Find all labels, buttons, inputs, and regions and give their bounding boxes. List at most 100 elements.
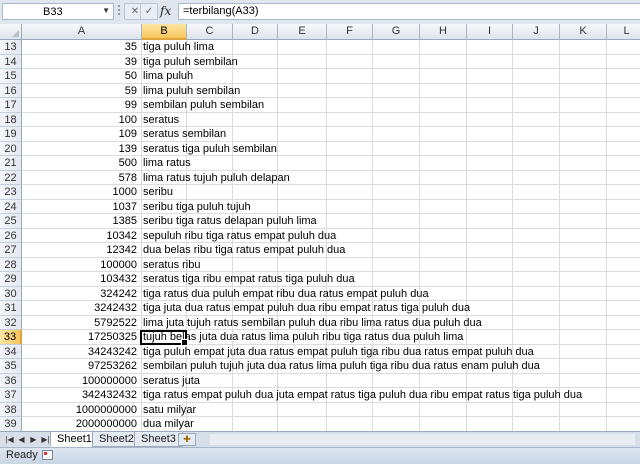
row-header[interactable]: 15 <box>0 69 22 84</box>
column-header-j[interactable]: J <box>513 24 560 40</box>
cell-a[interactable]: 103432 <box>22 272 140 287</box>
cell-b[interactable]: lima ratus tujuh puluh delapan <box>142 171 290 186</box>
cell-a[interactable]: 3242432 <box>22 301 140 316</box>
cell-a[interactable]: 109 <box>22 127 140 142</box>
cell-b[interactable]: seratus tiga ribu empat ratus tiga puluh… <box>142 272 355 287</box>
cell-b[interactable]: tiga juta dua ratus empat puluh dua ribu… <box>142 301 470 316</box>
cell-b[interactable]: dua belas ribu tiga ratus empat puluh du… <box>142 243 345 258</box>
cell-b[interactable]: tiga puluh sembilan <box>142 55 238 70</box>
cell-b[interactable]: satu milyar <box>142 403 196 418</box>
formula-input[interactable]: =terbilang(A33) <box>178 3 640 20</box>
column-header-f[interactable]: F <box>327 24 373 40</box>
insert-sheet-icon[interactable]: ✚ <box>178 433 196 446</box>
cell-a[interactable]: 2000000000 <box>22 417 140 431</box>
cell-b[interactable]: tiga puluh empat juta dua ratus empat pu… <box>142 345 534 360</box>
cell-a[interactable]: 500 <box>22 156 140 171</box>
name-box[interactable]: B33 ▼ <box>2 3 114 20</box>
cell-a[interactable]: 5792522 <box>22 316 140 331</box>
row-header[interactable]: 34 <box>0 344 22 359</box>
cell-b[interactable]: seratus juta <box>142 374 200 389</box>
cell-b[interactable]: tiga puluh lima <box>142 40 214 55</box>
row-header[interactable]: 21 <box>0 156 22 171</box>
cell-b[interactable]: seratus ribu <box>142 258 200 273</box>
cell-a[interactable]: 100000000 <box>22 374 140 389</box>
row-header[interactable]: 23 <box>0 185 22 200</box>
cell-a[interactable]: 100 <box>22 113 140 128</box>
cell-a[interactable]: 35 <box>22 40 140 55</box>
chevron-down-icon[interactable]: ▼ <box>102 6 110 15</box>
row-header[interactable]: 26 <box>0 228 22 243</box>
cell-a[interactable]: 1037 <box>22 200 140 215</box>
worksheet-grid[interactable]: 13 35 tiga puluh lima 14 39 tiga puluh sembil… <box>0 40 640 431</box>
cell-a[interactable]: 342432432 <box>22 388 140 403</box>
row-header[interactable]: 28 <box>0 257 22 272</box>
row-header[interactable]: 29 <box>0 272 22 287</box>
cell-b[interactable]: lima juta tujuh ratus sembilan puluh dua… <box>142 316 482 331</box>
horizontal-scrollbar[interactable] <box>210 434 635 445</box>
row-header[interactable]: 20 <box>0 141 22 156</box>
cell-a[interactable]: 39 <box>22 55 140 70</box>
row-header[interactable]: 27 <box>0 243 22 258</box>
cell-b[interactable]: sepuluh ribu tiga ratus empat puluh dua <box>142 229 336 244</box>
row-header[interactable]: 14 <box>0 54 22 69</box>
cell-a[interactable]: 12342 <box>22 243 140 258</box>
cell-a[interactable]: 139 <box>22 142 140 157</box>
tab-sheet3[interactable]: Sheet3 <box>134 432 183 447</box>
cell-a[interactable]: 10342 <box>22 229 140 244</box>
row-header[interactable]: 31 <box>0 301 22 316</box>
cell-b[interactable]: tiga ratus empat puluh dua juta empat ra… <box>142 388 582 403</box>
column-header-b[interactable]: B <box>142 24 187 40</box>
cell-a[interactable]: 1385 <box>22 214 140 229</box>
column-header-a[interactable]: A <box>22 24 142 40</box>
column-header-g[interactable]: G <box>373 24 420 40</box>
record-macro-icon[interactable] <box>42 450 53 460</box>
cell-a[interactable]: 97253262 <box>22 359 140 374</box>
cell-b[interactable]: lima puluh <box>142 69 193 84</box>
row-header[interactable]: 30 <box>0 286 22 301</box>
cell-b[interactable]: seribu tiga ratus delapan puluh lima <box>142 214 317 229</box>
cell-b[interactable]: lima ratus <box>142 156 191 171</box>
cell-b[interactable]: seratus sembilan <box>142 127 226 142</box>
row-header[interactable]: 33 <box>0 330 22 345</box>
formula-bar-splitter[interactable] <box>118 5 120 19</box>
cell-b[interactable]: tiga ratus dua puluh empat ribu dua ratu… <box>142 287 429 302</box>
cell-b[interactable]: seribu tiga puluh tujuh <box>142 200 251 215</box>
previous-sheet-icon[interactable]: ◀ <box>16 434 27 445</box>
column-header-c[interactable]: C <box>187 24 233 40</box>
row-header[interactable]: 25 <box>0 214 22 229</box>
cell-a[interactable]: 59 <box>22 84 140 99</box>
cell-a[interactable]: 99 <box>22 98 140 113</box>
enter-edit-button[interactable]: ✓ <box>140 3 158 20</box>
row-header[interactable]: 37 <box>0 388 22 403</box>
cell-b[interactable]: tujuh belas juta dua ratus lima puluh ri… <box>142 330 463 345</box>
row-header[interactable]: 16 <box>0 83 22 98</box>
next-sheet-icon[interactable]: ▶ <box>28 434 39 445</box>
column-header-i[interactable]: I <box>467 24 513 40</box>
cell-a[interactable]: 1000000000 <box>22 403 140 418</box>
row-header[interactable]: 35 <box>0 359 22 374</box>
first-sheet-icon[interactable]: |◀ <box>4 434 15 445</box>
row-header[interactable]: 17 <box>0 98 22 113</box>
cell-a[interactable]: 34243242 <box>22 345 140 360</box>
cell-a[interactable]: 17250325 <box>22 330 140 345</box>
cell-b[interactable]: sembilan puluh tujuh juta dua ratus lima… <box>142 359 540 374</box>
row-header[interactable]: 32 <box>0 315 22 330</box>
select-all-button[interactable] <box>0 24 22 40</box>
row-header[interactable]: 19 <box>0 127 22 142</box>
cell-b[interactable]: sembilan puluh sembilan <box>142 98 264 113</box>
cell-a[interactable]: 578 <box>22 171 140 186</box>
cell-a[interactable]: 324242 <box>22 287 140 302</box>
insert-function-button[interactable]: fx <box>160 3 174 20</box>
cell-b[interactable]: seribu <box>142 185 173 200</box>
cell-b[interactable]: dua milyar <box>142 417 194 431</box>
row-header[interactable]: 18 <box>0 112 22 127</box>
row-header[interactable]: 13 <box>0 40 22 55</box>
row-header[interactable]: 22 <box>0 170 22 185</box>
cell-a[interactable]: 1000 <box>22 185 140 200</box>
cell-b[interactable]: lima puluh sembilan <box>142 84 240 99</box>
cell-b[interactable]: seratus <box>142 113 179 128</box>
column-header-k[interactable]: K <box>560 24 607 40</box>
column-header-h[interactable]: H <box>420 24 467 40</box>
column-header-d[interactable]: D <box>233 24 278 40</box>
cell-a[interactable]: 50 <box>22 69 140 84</box>
